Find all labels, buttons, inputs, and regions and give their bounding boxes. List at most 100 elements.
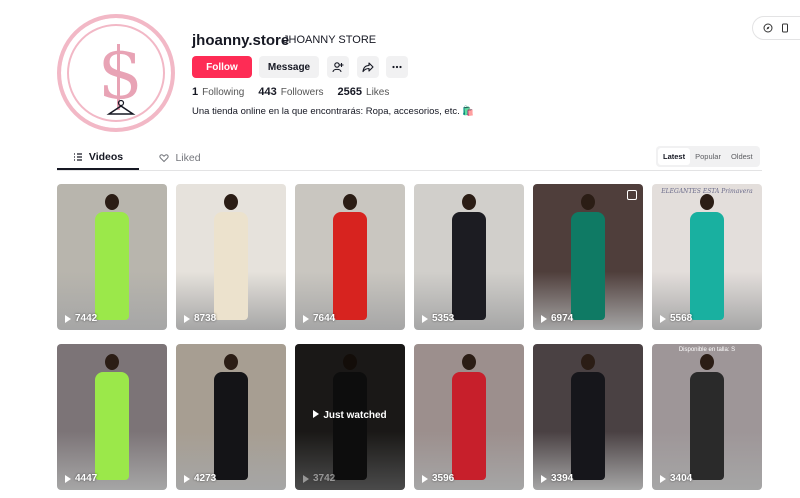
outfit-figure xyxy=(214,372,248,480)
view-count: 5568 xyxy=(660,313,692,324)
model-head xyxy=(581,194,595,210)
add-friend-button[interactable] xyxy=(327,56,349,78)
model-head xyxy=(105,194,119,210)
play-icon xyxy=(541,314,547,323)
view-count: 3742 xyxy=(303,473,335,484)
share-icon xyxy=(362,62,374,73)
view-count-value: 8738 xyxy=(194,313,217,324)
message-button[interactable]: Message xyxy=(259,56,319,78)
play-icon xyxy=(660,474,666,483)
videos-grid-icon xyxy=(73,153,82,161)
video-card[interactable]: Disponible en talla: S 3404 xyxy=(652,344,762,490)
just-watched-text: Just watched xyxy=(323,410,387,421)
model-head xyxy=(343,194,357,210)
video-grid: 7442 8738 7644 5353 6974 ELEGANTES ESTA Prima… xyxy=(57,184,762,490)
followers-count: 443 xyxy=(258,86,277,98)
view-count-value: 5353 xyxy=(432,313,455,324)
video-card[interactable]: 8738 xyxy=(176,184,286,330)
view-count-value: 6974 xyxy=(551,313,574,324)
video-card[interactable]: Just watched 3742 xyxy=(295,344,405,490)
sort-oldest[interactable]: Oldest xyxy=(726,148,758,165)
profile-avatar[interactable]: S xyxy=(57,14,175,132)
model-head xyxy=(700,194,714,210)
share-button[interactable] xyxy=(357,56,379,78)
play-icon xyxy=(303,474,309,483)
view-count: 7644 xyxy=(303,313,335,324)
more-button[interactable] xyxy=(386,56,408,78)
view-count: 8738 xyxy=(184,313,216,324)
store-logo-icon: S xyxy=(98,40,142,115)
video-card[interactable]: 7442 xyxy=(57,184,167,330)
view-count-value: 3394 xyxy=(551,473,574,484)
video-card[interactable]: 3596 xyxy=(414,344,524,490)
side-toolbar xyxy=(752,16,800,40)
outfit-figure xyxy=(452,212,486,320)
follow-button[interactable]: Follow xyxy=(192,56,252,78)
add-friend-icon xyxy=(332,62,344,73)
outfit-figure xyxy=(333,212,367,320)
view-count-value: 7442 xyxy=(75,313,98,324)
view-count: 3596 xyxy=(422,473,454,484)
nickname: JHOANNY STORE xyxy=(283,34,377,46)
view-count: 4273 xyxy=(184,473,216,484)
play-icon xyxy=(541,474,547,483)
play-icon xyxy=(313,410,320,418)
tabs-divider xyxy=(57,170,762,171)
following-label: Following xyxy=(202,87,245,98)
view-count-value: 3404 xyxy=(670,473,693,484)
model-head xyxy=(224,354,238,370)
view-count: 3394 xyxy=(541,473,573,484)
tab-liked-label: Liked xyxy=(175,152,201,164)
following-count: 1 xyxy=(192,86,199,98)
video-caption: ELEGANTES ESTA Primavera xyxy=(661,188,753,195)
video-card[interactable]: ELEGANTES ESTA Primavera 5568 xyxy=(652,184,762,330)
video-card[interactable]: 3394 xyxy=(533,344,643,490)
view-count: 6974 xyxy=(541,313,573,324)
view-count: 4447 xyxy=(65,473,97,484)
tab-videos-label: Videos xyxy=(88,151,124,163)
outfit-figure xyxy=(690,372,724,480)
outfit-figure xyxy=(690,212,724,320)
play-icon xyxy=(65,474,71,483)
more-icon xyxy=(392,65,402,69)
view-count: 3404 xyxy=(660,473,692,484)
profile-bio: Una tienda online en la que encontrarás:… xyxy=(192,106,475,117)
view-count-value: 4447 xyxy=(75,473,98,484)
model-head xyxy=(224,194,238,210)
outfit-figure xyxy=(452,372,486,480)
sort-latest[interactable]: Latest xyxy=(658,148,691,165)
outfit-figure xyxy=(95,372,129,480)
phone-icon[interactable] xyxy=(780,23,790,33)
tab-liked[interactable]: Liked xyxy=(139,146,221,170)
view-count: 7442 xyxy=(65,313,97,324)
likes-stat: 2565 Likes xyxy=(338,86,390,98)
play-icon xyxy=(422,314,428,323)
video-card[interactable]: 4447 xyxy=(57,344,167,490)
model-head xyxy=(581,354,595,370)
play-icon xyxy=(184,314,190,323)
video-card[interactable]: 5353 xyxy=(414,184,524,330)
following-stat[interactable]: 1 Following xyxy=(192,86,244,98)
liked-heart-icon xyxy=(159,154,170,163)
video-card[interactable]: 4273 xyxy=(176,344,286,490)
outfit-figure xyxy=(571,212,605,320)
profile-tabs: Videos Liked xyxy=(57,146,221,170)
likes-label: Likes xyxy=(366,87,390,98)
outfit-figure xyxy=(214,212,248,320)
pip-icon xyxy=(627,190,637,200)
video-card[interactable]: 7644 xyxy=(295,184,405,330)
followers-stat[interactable]: 443 Followers xyxy=(258,86,323,98)
video-card[interactable]: 6974 xyxy=(533,184,643,330)
view-count-value: 4273 xyxy=(194,473,217,484)
video-caption: Disponible en talla: S xyxy=(678,347,736,353)
play-icon xyxy=(65,314,71,323)
compass-icon[interactable] xyxy=(763,23,773,33)
followers-label: Followers xyxy=(280,87,324,98)
view-count-value: 3596 xyxy=(432,473,455,484)
view-count: 5353 xyxy=(422,313,454,324)
model-head xyxy=(462,354,476,370)
model-head xyxy=(700,354,714,370)
tab-videos[interactable]: Videos xyxy=(57,146,139,170)
sort-popular[interactable]: Popular xyxy=(690,148,726,165)
view-count-value: 3742 xyxy=(313,473,336,484)
